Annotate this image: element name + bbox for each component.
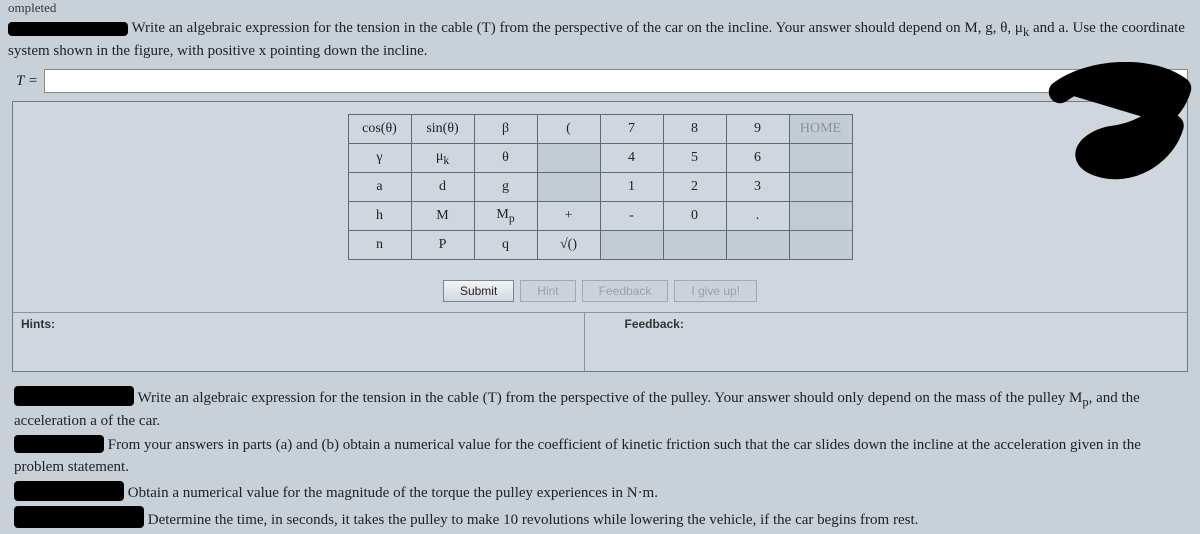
key-6[interactable]: 6 [726, 144, 789, 173]
question-frame: cos(θ)sin(θ)β(789HOME γμkθ 456 adg 123 hMMp+-… [12, 101, 1188, 372]
key-blank [789, 202, 852, 231]
feedback-panel-label: Feedback: [585, 313, 1188, 371]
key-2[interactable]: 2 [663, 173, 726, 202]
key-blank [600, 231, 663, 260]
followup-b-text-1: Write an algebraic expression for the te… [137, 390, 1082, 406]
key-[interactable]: + [537, 202, 600, 231]
key-4[interactable]: 4 [600, 144, 663, 173]
redaction-scribble-top-right [1045, 62, 1195, 172]
key-0[interactable]: 0 [663, 202, 726, 231]
key-[interactable]: β [474, 115, 537, 144]
key-blank [789, 144, 852, 173]
redaction-block [14, 481, 124, 501]
redaction-block [8, 22, 128, 36]
key-3[interactable]: 3 [726, 173, 789, 202]
key-blank [726, 231, 789, 260]
followup-c-text: From your answers in parts (a) and (b) o… [14, 437, 1141, 475]
key-5[interactable]: 5 [663, 144, 726, 173]
key-q[interactable]: q [474, 231, 537, 260]
key-[interactable]: γ [348, 144, 411, 173]
hints-panel-label: Hints: [13, 313, 585, 371]
submit-button[interactable]: Submit [443, 280, 514, 302]
key-[interactable]: ( [537, 115, 600, 144]
redaction-block [14, 506, 144, 528]
redaction-block [14, 435, 104, 453]
key-[interactable]: θ [474, 144, 537, 173]
followup-d-text: Obtain a numerical value for the magnitu… [128, 485, 658, 501]
key-sin[interactable]: sin(θ) [411, 115, 474, 144]
key-n[interactable]: n [348, 231, 411, 260]
answer-input[interactable] [44, 69, 1188, 93]
key-blank [663, 231, 726, 260]
key-mp[interactable]: Mp [474, 202, 537, 231]
key-blank [537, 144, 600, 173]
hints-feedback-row: Hints: Feedback: [13, 312, 1187, 371]
give-up-button-disabled: I give up! [674, 280, 757, 302]
prompt-text-main: Write an algebraic expression for the te… [131, 20, 1022, 36]
key-a[interactable]: a [348, 173, 411, 202]
key-blank [789, 231, 852, 260]
key-cos[interactable]: cos(θ) [348, 115, 411, 144]
page-partial-header: ompleted [0, 0, 1200, 16]
key-g[interactable]: g [474, 173, 537, 202]
key-[interactable]: - [600, 202, 663, 231]
key-h[interactable]: h [348, 202, 411, 231]
feedback-button-disabled: Feedback [582, 280, 669, 302]
redaction-block [14, 386, 134, 406]
followup-questions: Write an algebraic expression for the te… [14, 386, 1186, 532]
key-9[interactable]: 9 [726, 115, 789, 144]
key-blank [537, 173, 600, 202]
key-[interactable]: . [726, 202, 789, 231]
question-prompt: Write an algebraic expression for the te… [0, 16, 1200, 65]
hint-button-disabled: Hint [520, 280, 575, 302]
answer-label: T = [16, 73, 38, 90]
key-p[interactable]: P [411, 231, 474, 260]
key-k[interactable]: μk [411, 144, 474, 173]
key-d[interactable]: d [411, 173, 474, 202]
key-8[interactable]: 8 [663, 115, 726, 144]
key-1[interactable]: 1 [600, 173, 663, 202]
symbol-keypad: cos(θ)sin(θ)β(789HOME γμkθ 456 adg 123 hMMp+-… [348, 114, 853, 260]
key-blank [789, 173, 852, 202]
key-m[interactable]: M [411, 202, 474, 231]
key-home: HOME [789, 115, 852, 144]
followup-e-text: Determine the time, in seconds, it takes… [148, 512, 919, 528]
key-7[interactable]: 7 [600, 115, 663, 144]
key-[interactable]: √() [537, 231, 600, 260]
